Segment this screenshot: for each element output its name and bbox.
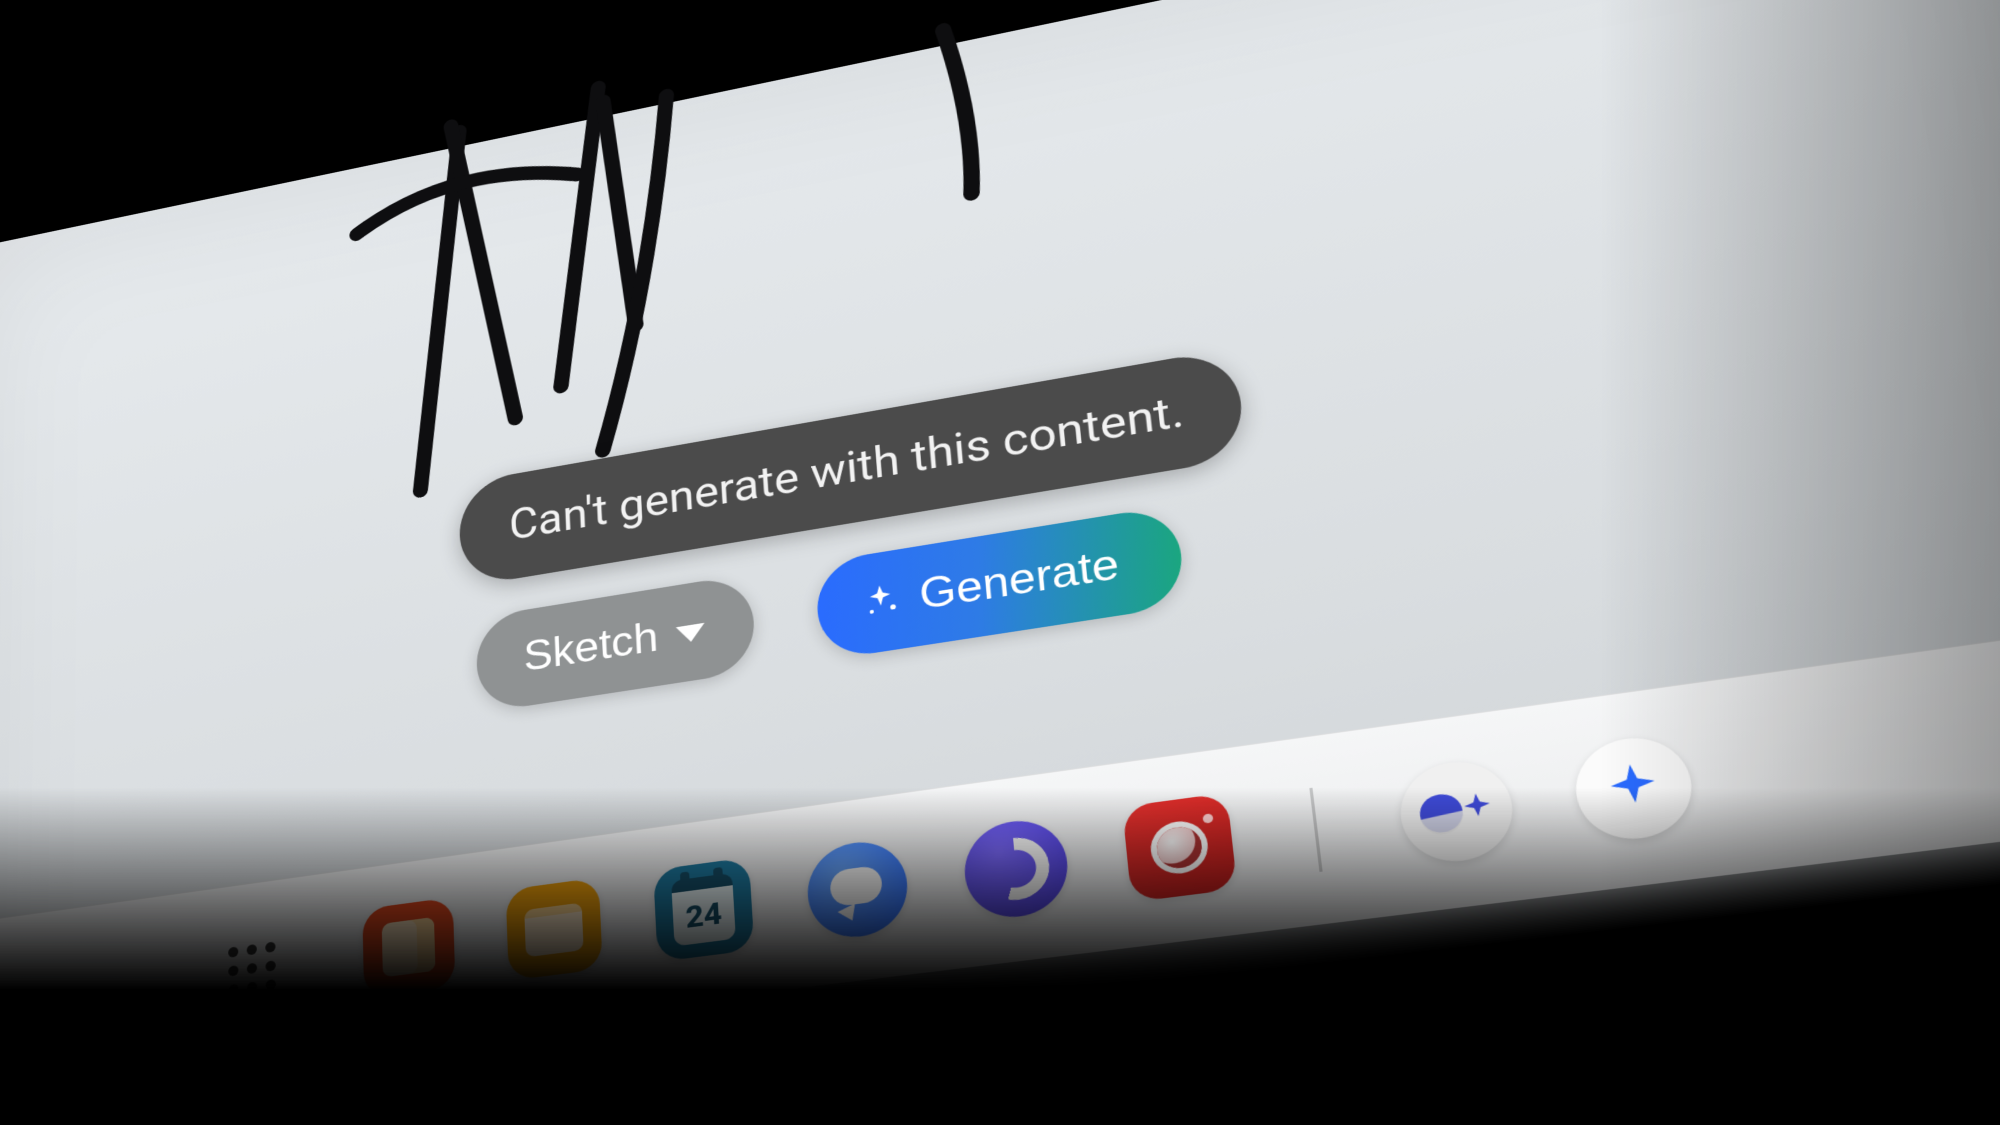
files-app-icon[interactable] (506, 877, 603, 980)
sparkle-icon (1596, 755, 1671, 821)
camera-app-icon[interactable] (1122, 793, 1237, 903)
generate-button[interactable]: Generate (814, 504, 1187, 661)
dock-separator (1309, 788, 1322, 872)
chevron-down-icon (676, 623, 706, 644)
generate-button-label: Generate (918, 538, 1122, 619)
sketch-mode-label: Sketch (523, 612, 660, 681)
notes-app-icon[interactable] (362, 897, 455, 999)
messages-app-icon[interactable] (805, 836, 911, 942)
tablet-screen: Can't generate with this content. Sketch… (0, 0, 2000, 1125)
sparkle-icon (859, 579, 903, 623)
calendar-app-icon[interactable]: 24 (653, 857, 754, 962)
all-apps-button[interactable] (226, 940, 277, 998)
browser-app-icon[interactable] (961, 815, 1071, 923)
planet-sparkle-icon (1410, 778, 1503, 846)
ai-assistant-icon[interactable] (1569, 731, 1699, 845)
sketch-mode-button[interactable]: Sketch (475, 573, 756, 713)
photo-scene: Can't generate with this content. Sketch… (0, 0, 2000, 1125)
calendar-day-label: 24 (671, 873, 736, 947)
recent-app-chip[interactable] (1395, 755, 1519, 867)
